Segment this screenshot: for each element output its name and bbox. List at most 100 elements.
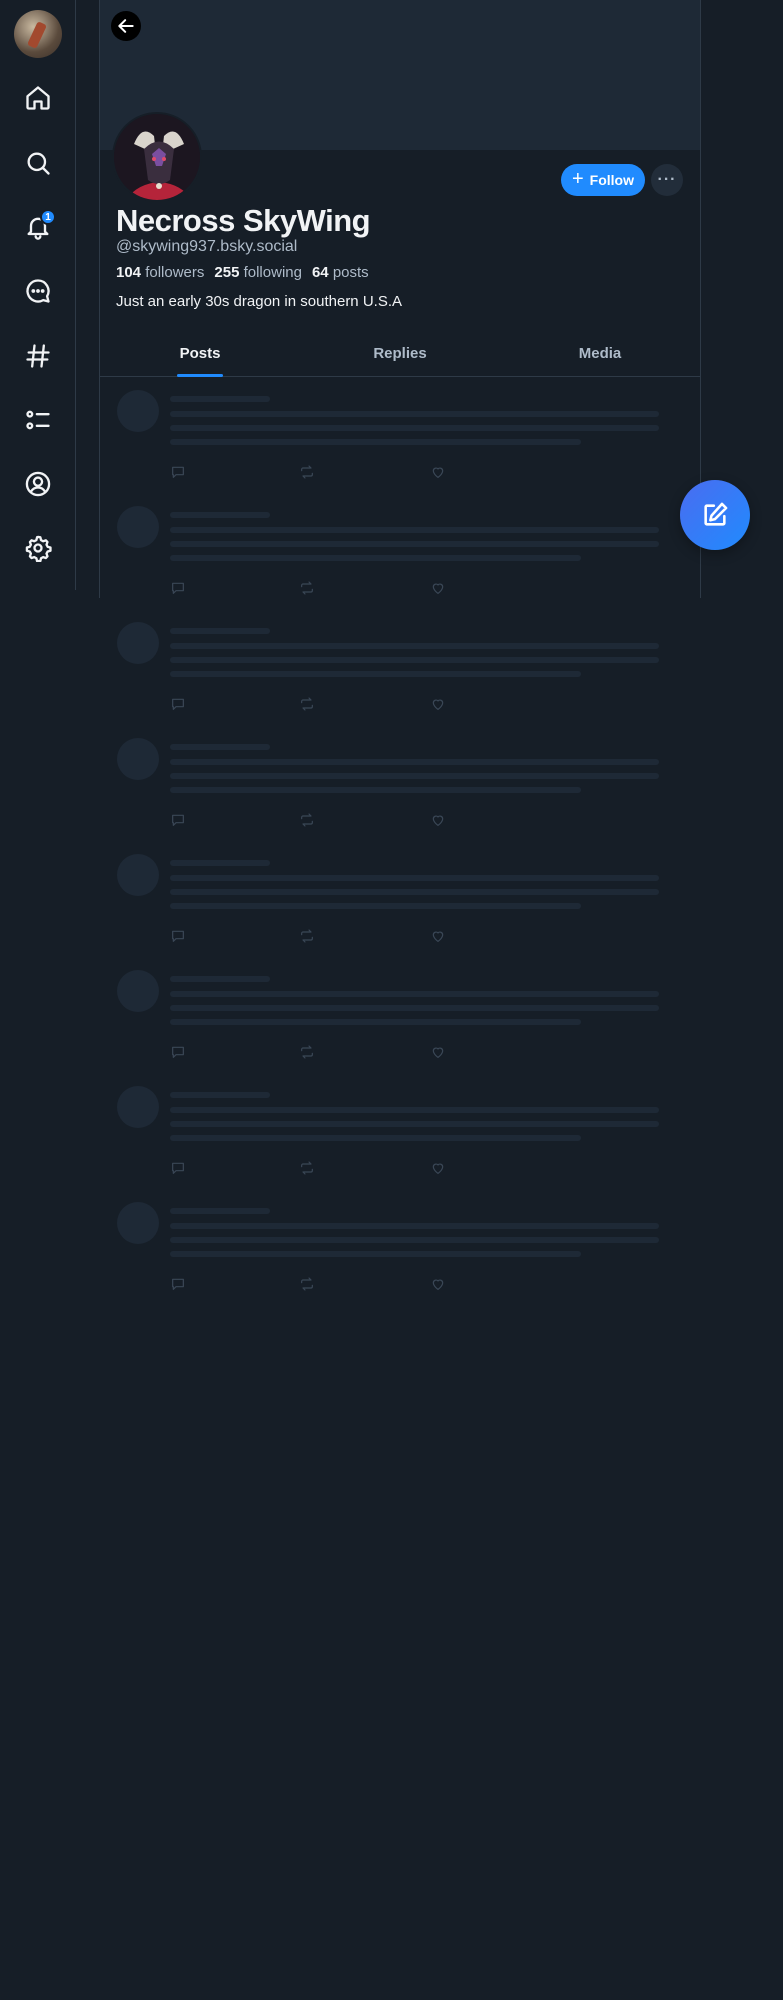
- skeleton-line: [170, 889, 659, 895]
- home-icon[interactable]: [18, 78, 58, 118]
- comment-icon: [170, 812, 186, 828]
- tab-replies[interactable]: Replies: [300, 330, 500, 376]
- skeleton-line: [170, 991, 659, 997]
- skeleton-avatar: [117, 390, 159, 432]
- repost-icon: [299, 464, 315, 480]
- repost-icon: [299, 1160, 315, 1176]
- skeleton-line: [170, 1121, 659, 1127]
- profile-stats: 104 followers 255 following 64 posts: [116, 264, 369, 281]
- followers-label: followers: [145, 264, 205, 281]
- repost-icon: [299, 696, 315, 712]
- skeleton-line: [170, 555, 581, 561]
- skeleton-line: [170, 439, 581, 445]
- compose-button[interactable]: [680, 480, 750, 550]
- repost-icon: [299, 1044, 315, 1060]
- comment-icon: [170, 580, 186, 596]
- skeleton-avatar: [117, 970, 159, 1012]
- comment-icon: [170, 1160, 186, 1176]
- repost-icon: [299, 928, 315, 944]
- left-nav: 1: [0, 0, 76, 590]
- tab-media-label: Media: [578, 344, 622, 362]
- skeleton-line: [170, 643, 659, 649]
- hashtag-icon[interactable]: [18, 336, 58, 376]
- active-tab-indicator: [177, 374, 223, 377]
- skeleton-avatar: [117, 1086, 159, 1128]
- skeleton-line: [170, 657, 659, 663]
- post-skeleton: [99, 958, 701, 1074]
- heart-icon: [430, 928, 446, 944]
- comment-icon: [170, 1044, 186, 1060]
- skeleton-line: [170, 1107, 659, 1113]
- posts-stat: 64 posts: [312, 264, 369, 281]
- skeleton-line: [170, 976, 270, 982]
- user-circle-icon[interactable]: [18, 464, 58, 504]
- skeleton-line: [170, 875, 659, 881]
- heart-icon: [430, 1044, 446, 1060]
- notification-badge: 1: [40, 209, 56, 225]
- skeleton-line: [170, 773, 659, 779]
- more-options-button[interactable]: ···: [651, 164, 683, 196]
- post-skeleton: [99, 1190, 701, 1306]
- skeleton-line: [170, 425, 659, 431]
- plus-icon: +: [571, 168, 584, 190]
- comment-icon: [170, 928, 186, 944]
- skeleton-line: [170, 1223, 659, 1229]
- skeleton-line: [170, 628, 270, 634]
- skeleton-line: [170, 1251, 581, 1257]
- post-skeleton: [99, 1074, 701, 1190]
- compose-icon: [704, 502, 728, 526]
- repost-icon: [299, 1276, 315, 1292]
- comment-icon: [170, 464, 186, 480]
- arrow-left-icon: [118, 19, 134, 33]
- profile-tabs: Posts Replies Media: [100, 330, 700, 377]
- search-icon[interactable]: [18, 143, 58, 183]
- skeleton-line: [170, 787, 581, 793]
- list-icon[interactable]: [18, 400, 58, 440]
- tab-media[interactable]: Media: [500, 330, 700, 376]
- skeleton-line: [170, 1135, 581, 1141]
- current-user-avatar[interactable]: [14, 10, 62, 58]
- followers-stat[interactable]: 104 followers: [116, 264, 204, 281]
- follow-label: Follow: [589, 172, 634, 188]
- heart-icon: [430, 464, 446, 480]
- skeleton-avatar: [117, 738, 159, 780]
- post-skeleton: [99, 842, 701, 958]
- posts-feed: [99, 378, 701, 1306]
- skeleton-line: [170, 759, 659, 765]
- tab-posts[interactable]: Posts: [100, 330, 300, 377]
- gear-icon[interactable]: [18, 528, 58, 568]
- posts-label: posts: [332, 264, 369, 281]
- skeleton-line: [170, 1208, 270, 1214]
- heart-icon: [430, 580, 446, 596]
- heart-icon: [430, 1160, 446, 1176]
- heart-icon: [430, 696, 446, 712]
- follow-button[interactable]: + Follow: [561, 164, 645, 196]
- skeleton-line: [170, 860, 270, 866]
- posts-count: 64: [311, 264, 329, 281]
- skeleton-line: [170, 396, 270, 402]
- post-skeleton: [99, 378, 701, 494]
- bell-icon[interactable]: 1: [18, 207, 58, 247]
- following-count: 255: [214, 264, 240, 281]
- skeleton-line: [170, 541, 659, 547]
- skeleton-avatar: [117, 622, 159, 664]
- profile-handle: @skywing937.bsky.social: [116, 238, 298, 255]
- display-name: Necross SkyWing: [116, 203, 371, 238]
- skeleton-line: [170, 1092, 270, 1098]
- back-button[interactable]: [111, 11, 141, 41]
- skeleton-avatar: [117, 854, 159, 896]
- following-stat[interactable]: 255 following: [214, 264, 302, 281]
- chat-icon[interactable]: [18, 271, 58, 311]
- post-skeleton: [99, 726, 701, 842]
- repost-icon: [299, 580, 315, 596]
- tab-posts-label: Posts: [179, 344, 221, 362]
- skeleton-line: [170, 411, 659, 417]
- skeleton-line: [170, 1005, 659, 1011]
- profile-avatar[interactable]: [112, 112, 202, 202]
- comment-icon: [170, 1276, 186, 1292]
- skeleton-line: [170, 1019, 581, 1025]
- heart-icon: [430, 812, 446, 828]
- skeleton-line: [170, 527, 659, 533]
- repost-icon: [299, 812, 315, 828]
- skeleton-line: [170, 1237, 659, 1243]
